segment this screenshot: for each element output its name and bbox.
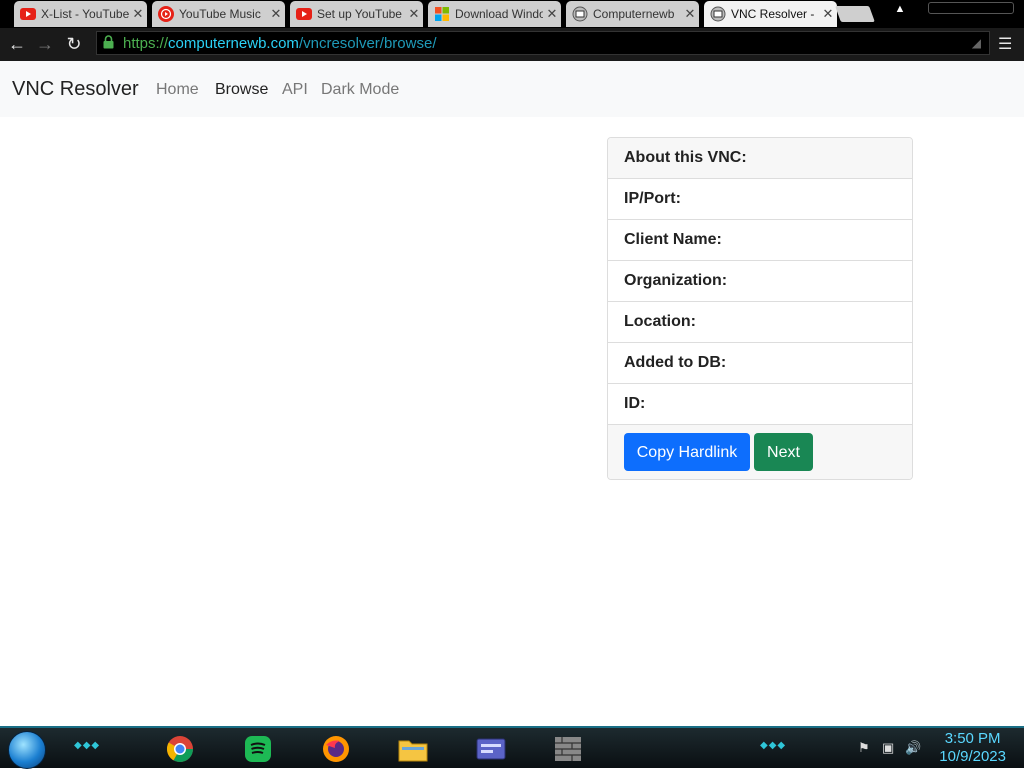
microsoft-icon	[434, 6, 450, 22]
close-icon[interactable]: ✕	[267, 6, 285, 22]
tab-title: YouTube Music	[179, 7, 261, 21]
lock-icon	[103, 34, 119, 52]
computernewb-icon	[710, 6, 726, 22]
app-window-icon[interactable]	[476, 734, 506, 764]
tab-download-windows[interactable]: Download Windows ✕	[428, 1, 561, 27]
address-bar[interactable]: https://computernewb.com/vncresolver/bro…	[96, 31, 990, 55]
chrome-icon[interactable]	[165, 734, 195, 764]
menu-icon[interactable]: ☰	[998, 34, 1012, 54]
spotify-icon[interactable]	[243, 734, 273, 764]
field-added-to-db: Added to DB:	[608, 343, 912, 384]
vnc-info-card: About this VNC: IP/Port: Client Name: Or…	[607, 137, 913, 480]
nav-link-dark-mode[interactable]: Dark Mode	[321, 81, 399, 99]
taskbar-decoration-right: ◆◆◆	[760, 740, 787, 751]
youtube-icon	[296, 6, 312, 22]
field-id: ID:	[608, 384, 912, 425]
tab-title: Download Windows	[455, 7, 543, 21]
close-icon[interactable]: ✕	[405, 6, 423, 22]
system-clock[interactable]: 3:50 PM 10/9/2023	[939, 730, 1006, 766]
close-icon[interactable]: ✕	[819, 6, 837, 22]
field-location: Location:	[608, 302, 912, 343]
flag-icon[interactable]: ⚑	[858, 740, 870, 756]
youtube-icon	[20, 6, 36, 22]
browser-toolbar: ← → ↻ https://computernewb.com/vncresolv…	[0, 28, 1024, 61]
field-client-name: Client Name:	[608, 220, 912, 261]
next-button[interactable]: Next	[754, 433, 813, 471]
tab-computernewb[interactable]: Computernewb ✕	[566, 1, 699, 27]
nav-link-home[interactable]: Home	[156, 81, 199, 99]
file-explorer-icon[interactable]	[398, 734, 428, 764]
clock-date: 10/9/2023	[939, 748, 1006, 765]
tab-strip: X-List - YouTube ✕ YouTube Music ✕ Set u…	[0, 0, 1024, 28]
field-organization: Organization:	[608, 261, 912, 302]
profile-icon[interactable]: ▲	[892, 3, 908, 19]
firefox-icon[interactable]	[321, 734, 351, 764]
navbar-brand[interactable]: VNC Resolver	[12, 78, 139, 101]
computernewb-icon	[572, 6, 588, 22]
nav-link-browse[interactable]: Browse	[215, 81, 268, 99]
back-arrow-icon[interactable]: ←	[7, 34, 27, 54]
youtube-music-icon	[158, 6, 174, 22]
tab-vnc-resolver[interactable]: VNC Resolver - ✕	[704, 1, 837, 27]
tab-x-list-youtube[interactable]: X-List - YouTube ✕	[14, 1, 147, 27]
volume-icon[interactable]: 🔊	[905, 740, 921, 756]
site-navbar: VNC Resolver Home Browse API Dark Mode	[0, 61, 1024, 117]
close-icon[interactable]: ✕	[129, 6, 147, 22]
close-icon[interactable]: ✕	[543, 6, 561, 22]
tab-set-up-youtube[interactable]: Set up YouTube ✕	[290, 1, 423, 27]
app-grid-icon[interactable]	[553, 734, 583, 764]
copy-hardlink-button[interactable]: Copy Hardlink	[624, 433, 750, 471]
start-button[interactable]	[8, 731, 46, 769]
tab-title: VNC Resolver -	[731, 7, 815, 21]
url-host: computernewb.com	[168, 34, 299, 52]
network-icon[interactable]: ▣	[882, 740, 894, 756]
tab-title: Computernewb	[593, 7, 675, 21]
url-path: /vncresolver/browse/	[298, 34, 437, 52]
close-icon[interactable]: ✕	[681, 6, 699, 22]
tab-title: X-List - YouTube	[41, 7, 129, 21]
tab-title: Set up YouTube	[317, 7, 402, 21]
url-scheme: https://	[123, 34, 169, 52]
forward-arrow-icon[interactable]: →	[35, 34, 55, 54]
card-footer: Copy Hardlink Next	[608, 425, 912, 479]
taskbar: ◆◆◆ ◆◆◆ ⚑ ▣ 🔊 3:50 PM 10/9/2023	[0, 726, 1024, 769]
taskbar-decoration: ◆◆◆	[74, 740, 101, 751]
reload-icon[interactable]: ↻	[64, 34, 84, 54]
tab-youtube-music[interactable]: YouTube Music ✕	[152, 1, 285, 27]
nav-link-api[interactable]: API	[282, 81, 308, 99]
card-header: About this VNC:	[608, 138, 912, 179]
clock-time: 3:50 PM	[944, 730, 1001, 747]
new-tab-button[interactable]	[835, 6, 875, 22]
window-controls[interactable]	[928, 2, 1014, 14]
field-ip-port: IP/Port:	[608, 179, 912, 220]
cast-icon[interactable]: ◢	[972, 36, 981, 50]
